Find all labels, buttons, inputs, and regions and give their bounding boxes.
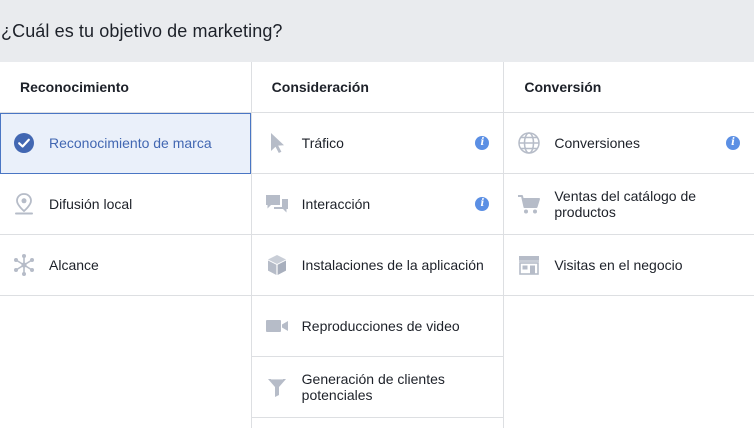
objective-store-visits[interactable]: Visitas en el negocio (504, 235, 754, 296)
objective-conversions[interactable]: Conversiones i (504, 113, 754, 174)
objective-lead-generation[interactable]: Generación de clientes potenciales (251, 357, 504, 418)
location-pin-icon (12, 192, 36, 216)
objective-label: Visitas en el negocio (554, 257, 683, 273)
objective-label: Reconocimiento de marca (49, 135, 212, 151)
cursor-icon (265, 131, 289, 155)
objective-grid: Reconocimiento Reconocimiento de marca D… (0, 62, 754, 428)
objective-label: Interacción (301, 196, 371, 212)
shopping-cart-icon (517, 192, 541, 216)
reach-burst-icon (12, 253, 36, 277)
objective-label: Alcance (49, 257, 99, 273)
info-icon[interactable]: i (726, 136, 741, 150)
objective-header: ¿Cuál es tu objetivo de marketing? (0, 0, 754, 62)
objective-label: Difusión local (49, 196, 133, 212)
video-camera-icon (265, 314, 289, 338)
column-heading-awareness: Reconocimiento (0, 62, 251, 113)
column-heading-consideration: Consideración (251, 62, 504, 113)
objective-video-views[interactable]: Reproducciones de video (251, 296, 504, 357)
objective-label: Reproducciones de video (301, 318, 460, 334)
page-title: ¿Cuál es tu objetivo de marketing? (1, 20, 283, 41)
column-heading-conversion: Conversión (504, 62, 754, 113)
objective-label: Generación de clientes potenciales (301, 371, 445, 403)
objective-label: Instalaciones de la aplicación (301, 257, 484, 273)
objective-local-awareness[interactable]: Difusión local (0, 174, 251, 235)
chat-bubbles-icon (265, 192, 289, 216)
info-icon[interactable]: i (475, 136, 490, 150)
objective-label: Conversiones (554, 135, 640, 151)
objective-label: Tráfico (301, 135, 344, 151)
storefront-icon (517, 253, 541, 277)
column-awareness: Reconocimiento Reconocimiento de marca D… (0, 62, 251, 428)
column-consideration: Consideración Tráfico i Interacción i In… (250, 62, 505, 428)
check-circle-icon (12, 131, 36, 155)
globe-icon (517, 131, 541, 155)
info-icon[interactable]: i (475, 197, 490, 211)
funnel-icon (265, 375, 289, 399)
objective-engagement[interactable]: Interacción i (251, 174, 504, 235)
box-icon (265, 253, 289, 277)
column-conversion: Conversión Conversiones i Ventas del cat… (504, 62, 754, 428)
objective-label: Ventas del catálogo de productos (554, 188, 697, 220)
objective-traffic[interactable]: Tráfico i (251, 113, 504, 174)
objective-catalog-sales[interactable]: Ventas del catálogo de productos (504, 174, 754, 235)
objective-reach[interactable]: Alcance (0, 235, 251, 296)
objective-brand-awareness[interactable]: Reconocimiento de marca (0, 113, 251, 174)
objective-app-installs[interactable]: Instalaciones de la aplicación (251, 235, 504, 296)
